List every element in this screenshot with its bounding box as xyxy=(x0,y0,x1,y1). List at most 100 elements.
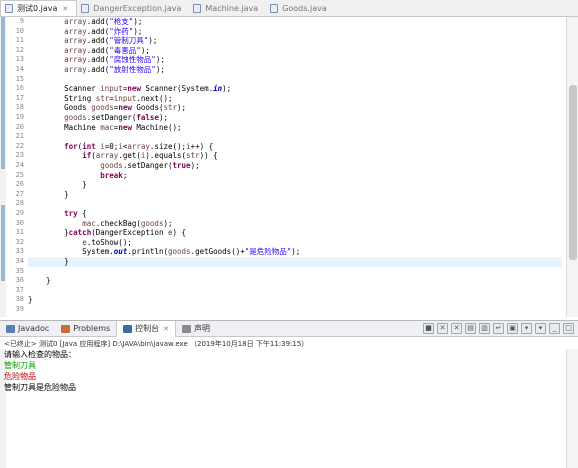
java-file-icon xyxy=(81,4,90,13)
code-line[interactable]: break; xyxy=(28,171,562,181)
terminate-icon[interactable]: ■ xyxy=(423,323,434,334)
close-icon[interactable]: ✕ xyxy=(62,5,68,13)
code-line[interactable]: } xyxy=(28,190,562,200)
close-icon[interactable]: ✕ xyxy=(163,325,169,333)
tab-problems[interactable]: Problems xyxy=(55,321,116,337)
declaration-icon xyxy=(182,324,192,333)
line-number: 23 xyxy=(15,151,24,160)
code-line[interactable]: mac.checkBag(goods); xyxy=(28,219,562,229)
code-token: array xyxy=(64,45,87,55)
code-line[interactable]: Goods goods=new Goods(str); xyxy=(28,103,562,113)
code-line[interactable]: array.add("放射性物品"); xyxy=(28,65,562,75)
code-line[interactable]: } xyxy=(28,276,562,286)
code-line[interactable] xyxy=(28,75,562,85)
code-line[interactable]: goods.setDanger(false); xyxy=(28,113,562,123)
line-number: 19 xyxy=(15,113,24,121)
editor-tab-label: Machine.java xyxy=(205,4,259,13)
console-scrollbar[interactable] xyxy=(566,349,578,468)
code-line[interactable]: array.add("炸药"); xyxy=(28,27,562,37)
code-token: Machine xyxy=(28,122,101,132)
editor-tab-3[interactable]: Goods.java xyxy=(266,1,335,16)
remove-all-icon[interactable]: ✕ xyxy=(451,323,462,334)
code-line[interactable]: if(array.get(i).equals(str)) { xyxy=(28,151,562,161)
code-token: if xyxy=(82,151,92,161)
tab-javadoc[interactable]: Javadoc xyxy=(0,321,55,337)
code-line[interactable]: String str=input.next(); xyxy=(28,94,562,104)
code-token: Scanner xyxy=(28,84,101,94)
line-number: 31 xyxy=(15,228,24,237)
code-token: .add( xyxy=(86,65,110,74)
maximize-icon[interactable]: □ xyxy=(563,323,574,334)
code-line[interactable] xyxy=(28,199,562,209)
code-line[interactable]: for(int i=0;i<array.size();i++) { xyxy=(28,142,562,152)
code-token: ); xyxy=(155,55,165,65)
code-line[interactable]: goods.setDanger(true); xyxy=(28,161,562,171)
pin-console-icon[interactable]: ▣ xyxy=(507,323,518,334)
code-line[interactable]: e.toShow(); xyxy=(28,238,562,248)
line-number: 13 xyxy=(15,55,24,64)
editor-tab-1[interactable]: DangerException.java xyxy=(77,1,189,16)
tab-declaration[interactable]: 声明 xyxy=(176,321,216,337)
editor-tab-2[interactable]: Machine.java xyxy=(189,1,266,16)
code-token: ); xyxy=(163,218,173,228)
code-token: goods xyxy=(140,218,164,228)
code-line[interactable]: array.add("管制刀具"); xyxy=(28,36,562,46)
code-line[interactable]: array.add("枪支"); xyxy=(28,17,562,27)
code-line[interactable]: Machine mac=new Machine(); xyxy=(28,123,562,133)
display-console-icon[interactable]: ▾ xyxy=(521,323,532,334)
code-token: ); xyxy=(133,26,143,36)
code-token: goods xyxy=(167,247,191,257)
code-area[interactable]: array.add("枪支"); array.add("炸药"); array.… xyxy=(28,17,562,317)
code-line[interactable] xyxy=(28,286,562,296)
code-line[interactable]: array.add("毒害品"); xyxy=(28,46,562,56)
code-token: str xyxy=(163,103,178,113)
code-line[interactable]: } xyxy=(28,257,562,267)
code-editor[interactable]: 9 10 11 12 13 14 15 16 17 18 19 20 21 22 23 24 25 26 27 28 2… xyxy=(0,17,578,317)
code-token: Scanner(System. xyxy=(140,84,214,94)
tab-console[interactable]: 控制台 ✕ xyxy=(116,320,177,337)
code-token: ); xyxy=(155,65,165,74)
word-wrap-icon[interactable]: ↵ xyxy=(493,323,504,334)
code-line[interactable]: try { xyxy=(28,209,562,219)
code-token: goods xyxy=(91,103,114,113)
remove-launch-icon[interactable]: ✕ xyxy=(437,323,448,334)
open-console-icon[interactable]: ▾ xyxy=(535,323,546,334)
minimize-icon[interactable]: _ xyxy=(549,323,560,334)
code-token: } xyxy=(28,180,87,190)
code-line[interactable]: } xyxy=(28,295,562,305)
code-token: true xyxy=(172,161,191,170)
console-output[interactable]: 请输入检查的物品： 管制刀具 危险物品 管制刀具是危险物品 xyxy=(0,349,566,468)
code-token: .println( xyxy=(127,247,168,257)
code-token: array xyxy=(64,26,87,36)
clear-console-icon[interactable]: ▤ xyxy=(465,323,476,334)
scrollbar-thumb[interactable] xyxy=(569,85,577,260)
code-line[interactable]: }catch(DangerException e) { xyxy=(28,228,562,238)
code-line[interactable] xyxy=(28,305,562,315)
code-token: } xyxy=(28,257,69,266)
code-line[interactable]: array.add("腐蚀性物品"); xyxy=(28,55,562,65)
code-line[interactable]: System.out.println(goods.getGoods()+"是危险… xyxy=(28,247,562,257)
code-token: )) { xyxy=(199,151,218,161)
code-token: array xyxy=(64,55,87,65)
code-line[interactable] xyxy=(28,267,562,277)
code-line[interactable]: Scanner input=new Scanner(System.in); xyxy=(28,84,562,94)
code-token: mac xyxy=(82,218,96,228)
scroll-lock-icon[interactable]: ▥ xyxy=(479,323,490,334)
code-token: goods xyxy=(100,161,123,170)
code-line[interactable]: } xyxy=(28,180,562,190)
code-token: input xyxy=(113,93,137,103)
code-token: mac xyxy=(100,122,114,132)
line-number: 36 xyxy=(15,276,24,285)
code-line[interactable] xyxy=(28,132,562,142)
code-token: out xyxy=(113,247,128,257)
editor-tab-0[interactable]: 测试0.java ✕ xyxy=(0,0,78,16)
editor-scrollbar[interactable] xyxy=(566,17,578,317)
console-line: 管制刀具 xyxy=(4,361,36,370)
code-token: new xyxy=(118,103,132,113)
